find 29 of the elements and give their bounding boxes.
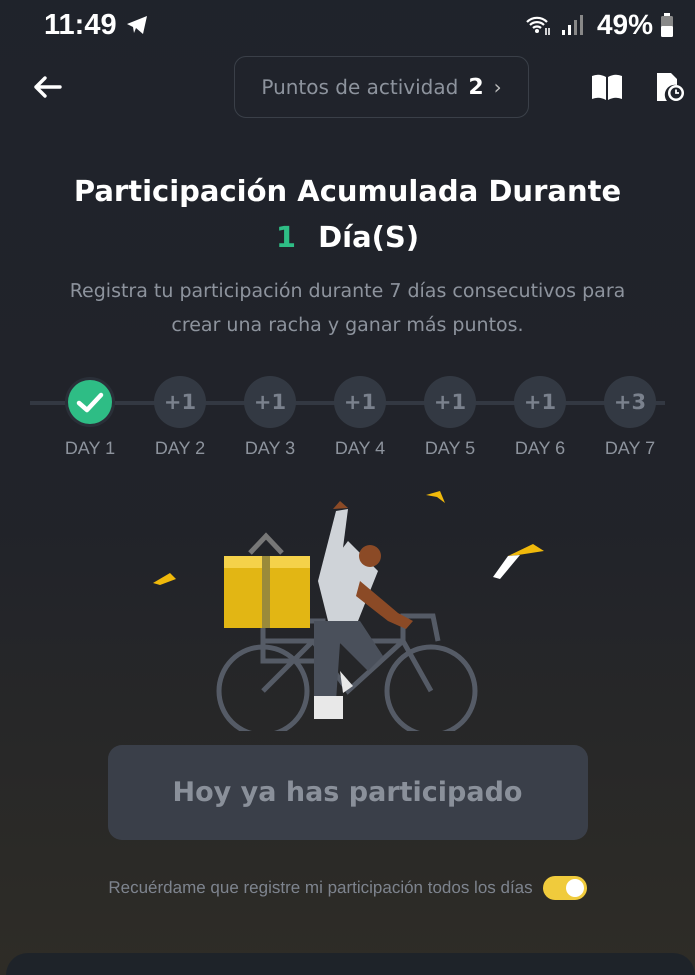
paper-plane-icon: [124, 13, 149, 37]
battery-icon: [661, 13, 673, 37]
page-title: Participación Acumulada Durante: [72, 173, 622, 210]
wifi-icon: [524, 14, 553, 36]
day-label: DAY 7: [604, 438, 656, 459]
bonus-badge: +1: [154, 376, 206, 428]
document-clock-icon: [655, 71, 685, 103]
day-label: DAY 3: [244, 438, 296, 459]
day-label: DAY 5: [424, 438, 476, 459]
streak-count: 1: [276, 219, 296, 256]
day-label: DAY 6: [514, 438, 566, 459]
bonus-badge: +1: [244, 376, 296, 428]
bonus-badge: +1: [424, 376, 476, 428]
reminder-label: Recuérdame que registre mi participación todos los días: [108, 878, 533, 898]
signal-icon: [560, 14, 583, 36]
back-arrow-icon: [32, 75, 62, 99]
day-label: DAY 1: [64, 438, 116, 459]
battery-percent: 49%: [596, 9, 653, 41]
book-icon: [591, 73, 623, 101]
bonus-badge: +3: [604, 376, 656, 428]
bonus-badge: +1: [334, 376, 386, 428]
bonus-badge: +1: [514, 376, 566, 428]
streak-unit: Día(S): [318, 219, 420, 256]
day-label: DAY 2: [154, 438, 206, 459]
clock-time: 11:49: [44, 8, 117, 42]
activity-points-button[interactable]: Puntos de actividad 2 ›: [234, 56, 529, 118]
day-label: DAY 4: [334, 438, 386, 459]
description-text: Registra tu participación durante 7 días consecutivos para crear una racha y ganar más puntos.: [68, 279, 626, 338]
reminder-toggle[interactable]: [542, 876, 587, 900]
